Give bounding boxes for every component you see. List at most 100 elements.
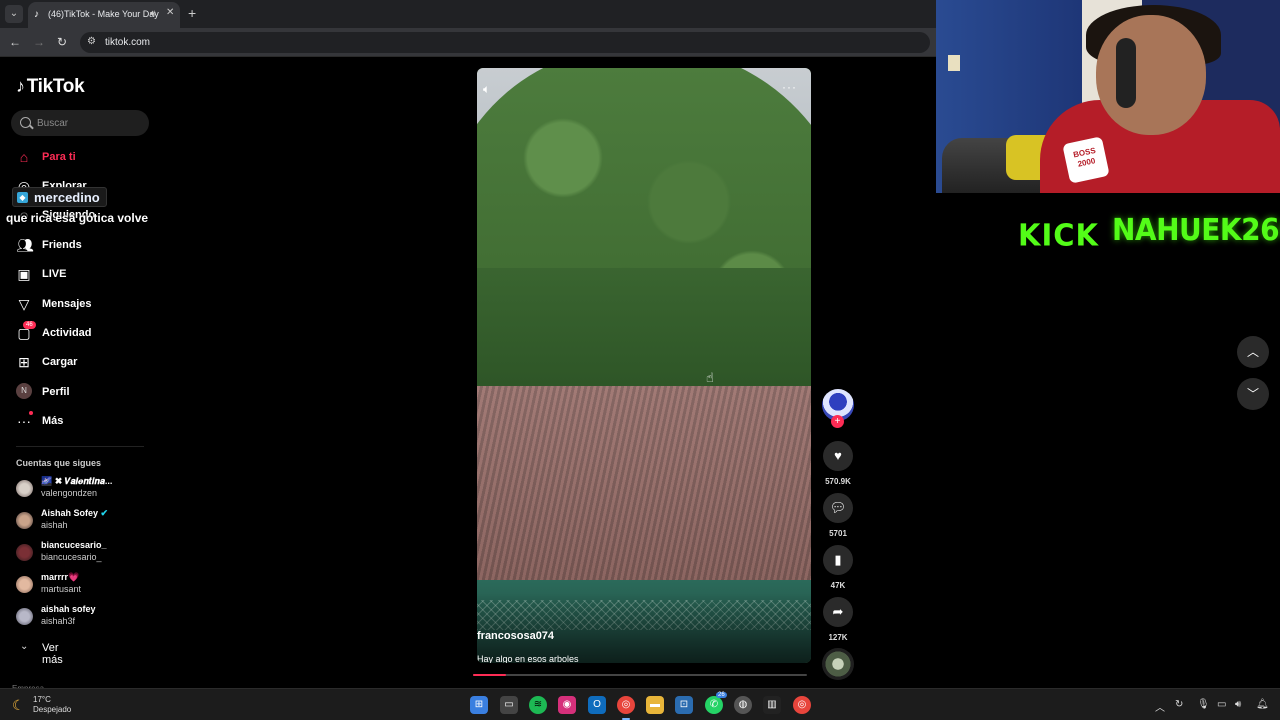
- following-account[interactable]: biancucesario_ biancucesario_: [16, 540, 156, 568]
- moon-icon[interactable]: ☾: [12, 697, 25, 714]
- sidebar-divider: [16, 446, 144, 447]
- following-account[interactable]: 🌌 ✖ 𝑽𝒂𝒍𝒆𝒏𝒕𝒊𝒏𝒂... valengondzen: [16, 476, 156, 504]
- close-tab-icon[interactable]: ✕: [166, 7, 174, 18]
- account-name: aishah sofey: [41, 604, 96, 614]
- nav-label: Mensajes: [42, 298, 92, 310]
- save-count: 47K: [830, 581, 846, 590]
- save-button[interactable]: ▮: [823, 545, 853, 575]
- account-username: aishah3f: [41, 616, 76, 626]
- nav-mensajes[interactable]: ▽ Mensajes: [16, 294, 156, 316]
- follow-plus-icon[interactable]: +: [831, 415, 844, 428]
- browser-tab[interactable]: ♪ (46)TikTok - Make Your Day 🔊︎ ✕: [28, 2, 180, 28]
- nav-mas[interactable]: ··· Más: [16, 411, 156, 433]
- chrome-profile-icon[interactable]: ◎: [793, 696, 811, 714]
- like-count: 570.9K: [825, 477, 851, 486]
- nav-actividad[interactable]: ▢ 46 Actividad: [16, 321, 156, 345]
- avatar: [16, 544, 33, 561]
- comment-button[interactable]: 💬︎: [823, 493, 853, 523]
- upload-icon: ⊞: [18, 354, 30, 370]
- account-username: aishah: [41, 520, 68, 530]
- video-tree-lower: [477, 268, 811, 398]
- tab-search-button[interactable]: ⌄: [5, 5, 23, 23]
- account-username: martusant: [41, 584, 82, 594]
- windows-start-icon[interactable]: ⊞: [470, 696, 488, 714]
- chevron-up-icon[interactable]: ︿: [1155, 699, 1165, 714]
- comment-icon: 💬︎: [829, 500, 847, 515]
- spotify-icon[interactable]: ≋: [529, 696, 547, 714]
- volume-icon[interactable]: 🔊︎: [1235, 699, 1241, 710]
- video-progress-bar[interactable]: [473, 674, 807, 676]
- chat-username: mercedino: [34, 189, 100, 205]
- account-username: biancucesario_: [41, 552, 102, 562]
- microphone-icon[interactable]: 🎙︎: [1197, 699, 1210, 710]
- speaker-icon[interactable]: 🔊︎: [150, 8, 156, 19]
- instagram-icon[interactable]: ◉: [558, 696, 576, 714]
- tiktok-logo[interactable]: ♪ TikTok: [16, 76, 85, 98]
- video-overlay-gradient: [477, 593, 811, 663]
- chevron-down-icon: ⌄: [20, 641, 29, 652]
- kick-channel-name: NAHUEK266: [1112, 211, 1280, 248]
- nav-cargar[interactable]: ⊞ Cargar: [16, 352, 156, 374]
- following-account[interactable]: Aishah Sofey ✔ aishah: [16, 508, 156, 536]
- share-count: 127K: [828, 633, 848, 642]
- chrome-icon[interactable]: ◎: [617, 696, 635, 720]
- new-tab-button[interactable]: +: [188, 5, 196, 21]
- whatsapp-icon[interactable]: ✆: [705, 696, 723, 714]
- kick-logo: KICK: [1018, 217, 1100, 253]
- search-input[interactable]: [37, 116, 142, 130]
- audio-app-icon[interactable]: ▥: [763, 696, 781, 714]
- display-icon[interactable]: ▭: [1217, 699, 1226, 710]
- heart-icon: ♥: [834, 448, 842, 463]
- share-button[interactable]: ➦: [823, 597, 853, 627]
- nav-perfil[interactable]: N Perfil: [16, 382, 156, 404]
- nav-label: LIVE: [42, 268, 67, 280]
- account-name: biancucesario_: [41, 540, 107, 550]
- following-account[interactable]: aishah sofey aishah3f: [16, 604, 156, 632]
- like-button[interactable]: ♥: [823, 441, 853, 471]
- avatar: [16, 608, 33, 625]
- webcam-overlay: BOSS 2000: [936, 0, 1280, 193]
- address-bar[interactable]: ⚙︎ tiktok.com: [80, 32, 930, 53]
- task-view-icon[interactable]: ▭: [500, 696, 518, 714]
- cam-wall-picture: [948, 55, 960, 71]
- tiktok-icon: ♪: [16, 76, 25, 96]
- store-icon[interactable]: ⊡: [675, 696, 693, 714]
- video-caption: Hay algo en esos arboles: [477, 654, 579, 663]
- video-author[interactable]: francososa074: [477, 630, 554, 642]
- chevron-up-icon: ︿: [1246, 345, 1259, 359]
- home-icon: ⌂: [19, 149, 29, 165]
- url-text[interactable]: tiktok.com: [105, 37, 150, 48]
- volume-icon[interactable]: 🔈︎: [483, 82, 490, 97]
- search-icon: [20, 117, 31, 128]
- chat-message: que rica esa gotica volve: [6, 211, 149, 225]
- obs-icon[interactable]: ◍: [734, 696, 752, 714]
- forward-icon[interactable]: →: [31, 34, 47, 50]
- verified-icon: ✔: [100, 508, 109, 518]
- nav-friends[interactable]: 👥︎ Friends: [16, 235, 156, 257]
- share-icon: ➦: [832, 604, 844, 619]
- notification-bell-icon[interactable]: 🔔︎: [1256, 699, 1269, 710]
- weather-description[interactable]: Despejado: [33, 705, 71, 714]
- search-box[interactable]: [11, 110, 149, 136]
- nav-label: Friends: [42, 239, 82, 251]
- friends-icon: 👥︎: [16, 237, 34, 253]
- logo-text: TikTok: [26, 76, 85, 97]
- avatar: [16, 576, 33, 593]
- more-options-icon[interactable]: ···: [782, 80, 797, 94]
- next-video-button[interactable]: ﹀: [1237, 378, 1269, 410]
- reload-icon[interactable]: ↻: [54, 34, 70, 50]
- nav-live[interactable]: ▣ LIVE: [16, 264, 156, 286]
- previous-video-button[interactable]: ︿: [1237, 336, 1269, 368]
- site-info-icon[interactable]: ⚙︎: [87, 36, 96, 47]
- music-disc[interactable]: [822, 648, 854, 680]
- file-explorer-icon[interactable]: ▬: [646, 696, 664, 714]
- outlook-icon[interactable]: O: [588, 696, 606, 714]
- weather-temperature[interactable]: 17°C: [33, 695, 51, 704]
- nav-para-ti[interactable]: ⌂ Para ti: [16, 147, 156, 169]
- following-account[interactable]: marrrr💗 martusant: [16, 572, 156, 600]
- sync-icon[interactable]: ↻: [1175, 699, 1183, 710]
- headphones-icon: [1116, 38, 1136, 108]
- video-player[interactable]: 🔈︎ ··· francososa074 Hay algo en esos ar…: [477, 68, 811, 663]
- taskbar: ☾ 17°C Despejado ⊞ ▭ ≋ ◉ O ◎ ▬ ⊡ ✆ 26 ◍ …: [0, 688, 1280, 720]
- back-icon[interactable]: ←: [7, 34, 23, 50]
